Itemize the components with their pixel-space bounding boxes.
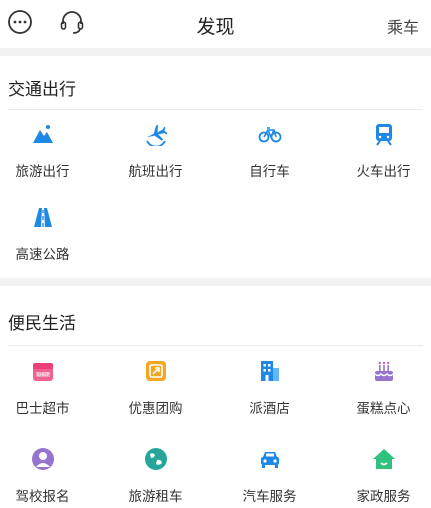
grid-item-tour-travel[interactable]: 旅游出行	[0, 122, 96, 180]
grid-item-train[interactable]: 火车出行	[330, 122, 431, 180]
driver-icon	[31, 448, 54, 470]
grid-item-tour-rental[interactable]: 旅游租车	[102, 447, 209, 505]
grid-item-label: 优惠团购	[128, 401, 183, 417]
section-divider	[8, 345, 423, 346]
highway-icon	[33, 208, 52, 227]
section-gap	[0, 48, 431, 56]
grid-item-car-service[interactable]: 汽车服务	[216, 447, 323, 505]
globe-icon	[144, 448, 167, 470]
grid-item-label: 旅游出行	[15, 164, 70, 180]
mountain-icon	[32, 125, 53, 143]
car-icon	[260, 452, 279, 468]
grid-item-label: 派酒店	[249, 401, 290, 417]
grid-item-label: 驾校报名	[15, 489, 70, 505]
grid-item-label: 旅游租车	[128, 489, 183, 505]
grid-item-bus-market[interactable]: SHOP 巴士超市	[0, 359, 96, 417]
grid-item-label: 汽车服务	[242, 489, 297, 505]
grid-item-flight[interactable]: 航班出行	[102, 122, 209, 180]
grid-item-label: 家政服务	[356, 489, 411, 505]
page-title: 发现	[196, 16, 235, 38]
top-bar: 发现 乘车	[0, 0, 431, 48]
bicycle-icon	[258, 127, 281, 143]
section-gap	[0, 278, 431, 286]
home-icon	[372, 449, 395, 469]
cake-icon	[374, 361, 393, 381]
grid-item-label: 巴士超市	[15, 401, 70, 417]
grid-item-highway[interactable]: 高速公路	[0, 205, 96, 263]
grid-item-driving-school[interactable]: 驾校报名	[0, 447, 96, 505]
grid-item-bicycle[interactable]: 自行车	[216, 122, 323, 180]
shop-icon: SHOP	[32, 363, 53, 381]
airplane-icon	[145, 124, 167, 146]
grid-item-group-buy[interactable]: 优惠团购	[102, 359, 209, 417]
grid-item-label: 自行车	[249, 164, 290, 180]
grid-item-cake[interactable]: 蛋糕点心	[330, 359, 431, 417]
section-title-life: 便民生活	[8, 314, 76, 334]
hotel-icon	[260, 361, 279, 381]
grid-item-hotel[interactable]: 派酒店	[216, 359, 323, 417]
grid-item-label: 蛋糕点心	[356, 401, 411, 417]
svg-text:SHOP: SHOP	[36, 372, 49, 378]
section-divider	[8, 109, 423, 110]
section-title-transport: 交通出行	[8, 80, 76, 100]
coupon-icon	[145, 361, 166, 381]
grid-item-label: 高速公路	[15, 247, 70, 263]
grid-item-label: 航班出行	[128, 164, 183, 180]
ride-button[interactable]: 乘车	[387, 14, 419, 38]
grid-item-label: 火车出行	[356, 164, 411, 180]
train-icon	[375, 124, 392, 146]
grid-item-housekeeping[interactable]: 家政服务	[330, 447, 431, 505]
